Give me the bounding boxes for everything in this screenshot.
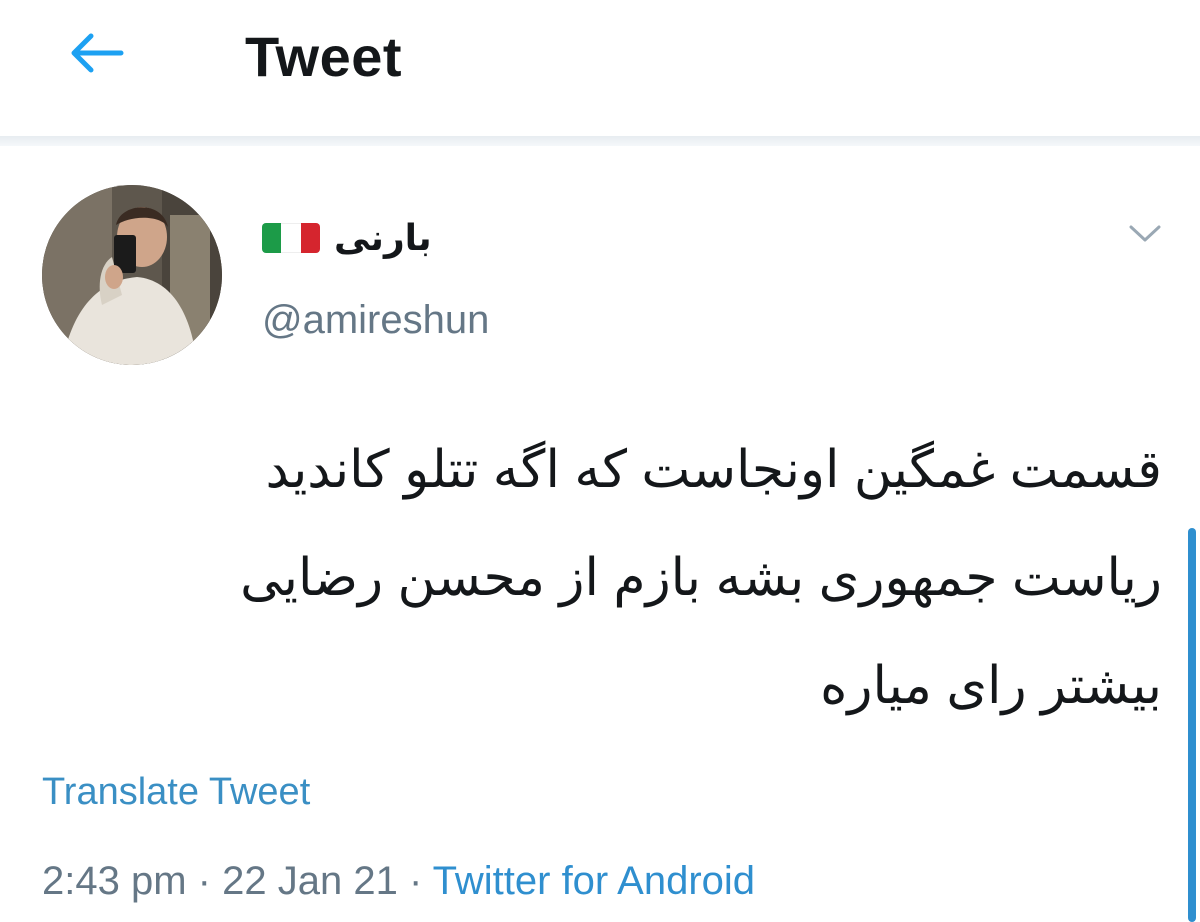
tweet-text-line: بیشتر رای میاره xyxy=(820,657,1162,715)
translate-tweet-link[interactable]: Translate Tweet xyxy=(42,764,310,820)
tweet-options-button[interactable] xyxy=(1120,212,1170,256)
header-divider xyxy=(0,136,1200,146)
chevron-down-icon xyxy=(1129,225,1161,242)
meta-separator: · xyxy=(197,859,211,903)
page-title: Tweet xyxy=(245,25,403,88)
avatar[interactable] xyxy=(42,185,222,365)
back-button[interactable] xyxy=(58,22,134,84)
tweet-date: 22 Jan 21 xyxy=(222,859,398,903)
top-bar: Tweet xyxy=(0,0,1200,130)
scrollbar-thumb[interactable] xyxy=(1188,528,1196,922)
tweet-text-line: ریاست جمهوری بشه بازم از محسن رضایی xyxy=(240,549,1162,607)
tweet-source-link[interactable]: Twitter for Android xyxy=(433,859,755,903)
author-name-row[interactable]: بارنی xyxy=(262,212,432,264)
tweet-text: قسمت غمگین اونجاست که اگه تتلو کاندید ری… xyxy=(40,416,1162,740)
meta-separator: · xyxy=(408,859,423,903)
tweet-text-line: قسمت غمگین اونجاست که اگه تتلو کاندید xyxy=(265,441,1162,499)
author-display-name: بارنی xyxy=(334,217,432,258)
tweet-detail-screen: Tweet بارنی @amireshun قسمت غمگین اونجاس… xyxy=(0,0,1200,922)
tweet-time: 2:43 pm xyxy=(42,859,187,903)
italy-flag-icon xyxy=(262,223,320,253)
tweet-metadata: 2:43 pm · 22 Jan 21 · Twitter for Androi… xyxy=(42,850,755,912)
author-handle[interactable]: @amireshun xyxy=(262,290,489,350)
avatar-photo xyxy=(42,185,222,365)
arrow-left-icon xyxy=(71,33,124,73)
